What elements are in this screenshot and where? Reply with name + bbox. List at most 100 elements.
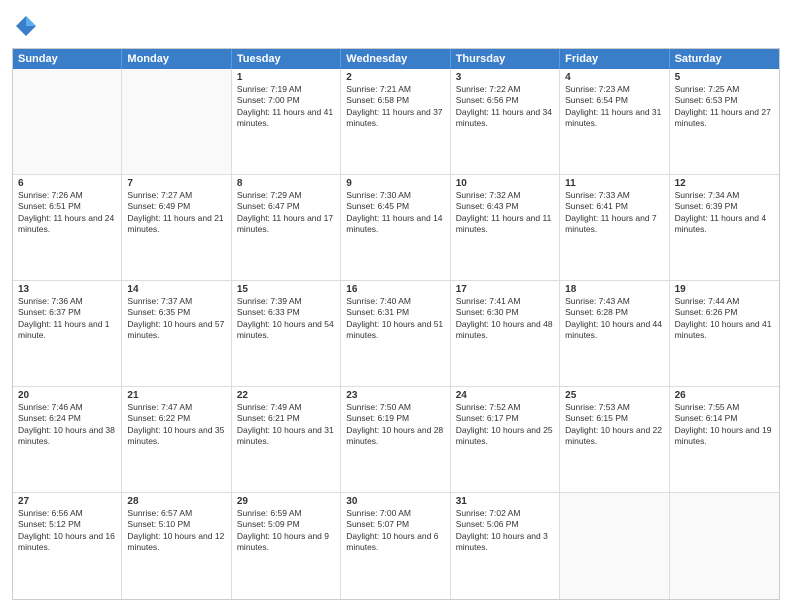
day-number: 28 — [127, 496, 225, 507]
calendar-cell: 28Sunrise: 6:57 AMSunset: 5:10 PMDayligh… — [122, 493, 231, 599]
day-number: 10 — [456, 178, 554, 189]
sunrise-text: Sunrise: 7:02 AM — [456, 508, 554, 519]
header-day-tuesday: Tuesday — [232, 49, 341, 69]
sunrise-text: Sunrise: 7:52 AM — [456, 402, 554, 413]
header-day-sunday: Sunday — [13, 49, 122, 69]
sunset-text: Sunset: 6:22 PM — [127, 413, 225, 424]
calendar-row-2: 6Sunrise: 7:26 AMSunset: 6:51 PM Daylight… — [13, 175, 779, 281]
day-number: 27 — [18, 496, 116, 507]
daylight-text: Daylight: 11 hours and 17 minutes. — [237, 213, 335, 236]
sunrise-text: Sunrise: 7:40 AM — [346, 296, 444, 307]
sunset-text: Sunset: 6:31 PM — [346, 307, 444, 318]
sunset-text: Sunset: 6:30 PM — [456, 307, 554, 318]
calendar-cell: 15Sunrise: 7:39 AMSunset: 6:33 PMDayligh… — [232, 281, 341, 386]
logo — [12, 12, 44, 40]
daylight-text: Daylight: 10 hours and 38 minutes. — [18, 425, 116, 448]
sunrise-text: Sunrise: 7:22 AM — [456, 84, 554, 95]
calendar-cell: 1Sunrise: 7:19 AMSunset: 7:00 PMDaylight… — [232, 69, 341, 174]
sunrise-text: Sunrise: 6:57 AM — [127, 508, 225, 519]
day-number: 2 — [346, 72, 444, 83]
sunrise-text: Sunrise: 7:37 AM — [127, 296, 225, 307]
sunset-text: Sunset: 6:54 PM — [565, 95, 663, 106]
sunset-text: Sunset: 7:00 PM — [237, 95, 335, 106]
day-number: 30 — [346, 496, 444, 507]
day-number: 13 — [18, 284, 116, 295]
sunrise-text: Sunrise: 7:36 AM — [18, 296, 116, 307]
calendar-cell: 13Sunrise: 7:36 AMSunset: 6:37 PMDayligh… — [13, 281, 122, 386]
calendar-cell: 22Sunrise: 7:49 AMSunset: 6:21 PMDayligh… — [232, 387, 341, 492]
calendar-cell: 23Sunrise: 7:50 AMSunset: 6:19 PMDayligh… — [341, 387, 450, 492]
header — [12, 12, 780, 40]
daylight-text: Daylight: 10 hours and 6 minutes. — [346, 531, 444, 554]
header-day-thursday: Thursday — [451, 49, 560, 69]
sunrise-text: Sunrise: 7:32 AM — [456, 190, 554, 201]
sunrise-text: Sunrise: 7:55 AM — [675, 402, 774, 413]
daylight-text: Daylight: 11 hours and 41 minutes. — [237, 107, 335, 130]
sunrise-text: Sunrise: 7:26 AM — [18, 190, 116, 201]
logo-icon — [12, 12, 40, 40]
day-number: 1 — [237, 72, 335, 83]
sunrise-text: Sunrise: 7:46 AM — [18, 402, 116, 413]
calendar-row-3: 13Sunrise: 7:36 AMSunset: 6:37 PMDayligh… — [13, 281, 779, 387]
calendar-cell: 27Sunrise: 6:56 AMSunset: 5:12 PMDayligh… — [13, 493, 122, 599]
day-number: 20 — [18, 390, 116, 401]
sunrise-text: Sunrise: 6:59 AM — [237, 508, 335, 519]
calendar-row-4: 20Sunrise: 7:46 AMSunset: 6:24 PMDayligh… — [13, 387, 779, 493]
sunrise-text: Sunrise: 7:27 AM — [127, 190, 225, 201]
calendar-cell: 21Sunrise: 7:47 AMSunset: 6:22 PMDayligh… — [122, 387, 231, 492]
daylight-text: Daylight: 10 hours and 12 minutes. — [127, 531, 225, 554]
sunset-text: Sunset: 6:19 PM — [346, 413, 444, 424]
calendar-cell: 8Sunrise: 7:29 AMSunset: 6:47 PMDaylight… — [232, 175, 341, 280]
sunset-text: Sunset: 6:39 PM — [675, 201, 774, 212]
sunrise-text: Sunrise: 7:33 AM — [565, 190, 663, 201]
day-number: 21 — [127, 390, 225, 401]
day-number: 3 — [456, 72, 554, 83]
day-number: 31 — [456, 496, 554, 507]
day-number: 18 — [565, 284, 663, 295]
sunset-text: Sunset: 6:56 PM — [456, 95, 554, 106]
sunrise-text: Sunrise: 7:25 AM — [675, 84, 774, 95]
sunset-text: Sunset: 6:45 PM — [346, 201, 444, 212]
sunset-text: Sunset: 6:24 PM — [18, 413, 116, 424]
sunset-text: Sunset: 5:07 PM — [346, 519, 444, 530]
daylight-text: Daylight: 10 hours and 35 minutes. — [127, 425, 225, 448]
sunrise-text: Sunrise: 7:19 AM — [237, 84, 335, 95]
daylight-text: Daylight: 10 hours and 16 minutes. — [18, 531, 116, 554]
daylight-text: Daylight: 10 hours and 28 minutes. — [346, 425, 444, 448]
day-number: 9 — [346, 178, 444, 189]
daylight-text: Daylight: 10 hours and 3 minutes. — [456, 531, 554, 554]
calendar-cell — [560, 493, 669, 599]
day-number: 25 — [565, 390, 663, 401]
header-day-wednesday: Wednesday — [341, 49, 450, 69]
calendar-cell: 14Sunrise: 7:37 AMSunset: 6:35 PMDayligh… — [122, 281, 231, 386]
calendar-cell: 2Sunrise: 7:21 AMSunset: 6:58 PMDaylight… — [341, 69, 450, 174]
sunset-text: Sunset: 6:53 PM — [675, 95, 774, 106]
calendar-cell: 3Sunrise: 7:22 AMSunset: 6:56 PMDaylight… — [451, 69, 560, 174]
calendar-cell: 29Sunrise: 6:59 AMSunset: 5:09 PMDayligh… — [232, 493, 341, 599]
day-number: 6 — [18, 178, 116, 189]
daylight-text: Daylight: 11 hours and 4 minutes. — [675, 213, 774, 236]
sunset-text: Sunset: 6:17 PM — [456, 413, 554, 424]
calendar-cell: 20Sunrise: 7:46 AMSunset: 6:24 PMDayligh… — [13, 387, 122, 492]
daylight-text: Daylight: 11 hours and 31 minutes. — [565, 107, 663, 130]
daylight-text: Daylight: 11 hours and 37 minutes. — [346, 107, 444, 130]
day-number: 24 — [456, 390, 554, 401]
sunrise-text: Sunrise: 7:21 AM — [346, 84, 444, 95]
daylight-text: Daylight: 11 hours and 14 minutes. — [346, 213, 444, 236]
calendar-cell — [670, 493, 779, 599]
sunset-text: Sunset: 6:51 PM — [18, 201, 116, 212]
sunrise-text: Sunrise: 7:49 AM — [237, 402, 335, 413]
daylight-text: Daylight: 10 hours and 22 minutes. — [565, 425, 663, 448]
sunset-text: Sunset: 6:33 PM — [237, 307, 335, 318]
day-number: 16 — [346, 284, 444, 295]
sunset-text: Sunset: 6:14 PM — [675, 413, 774, 424]
calendar-cell: 19Sunrise: 7:44 AMSunset: 6:26 PMDayligh… — [670, 281, 779, 386]
daylight-text: Daylight: 10 hours and 51 minutes. — [346, 319, 444, 342]
daylight-text: Daylight: 11 hours and 7 minutes. — [565, 213, 663, 236]
day-number: 4 — [565, 72, 663, 83]
daylight-text: Daylight: 10 hours and 31 minutes. — [237, 425, 335, 448]
calendar-cell: 12Sunrise: 7:34 AMSunset: 6:39 PMDayligh… — [670, 175, 779, 280]
daylight-text: Daylight: 10 hours and 19 minutes. — [675, 425, 774, 448]
calendar-cell: 4Sunrise: 7:23 AMSunset: 6:54 PMDaylight… — [560, 69, 669, 174]
daylight-text: Daylight: 10 hours and 44 minutes. — [565, 319, 663, 342]
